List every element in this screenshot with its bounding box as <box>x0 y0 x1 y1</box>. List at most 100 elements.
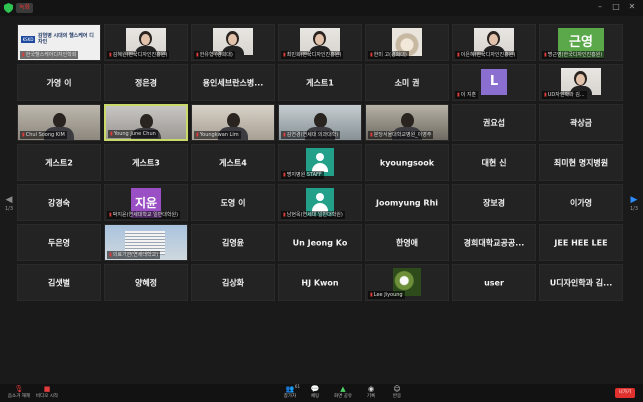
participant-label: ▮명지병원 STAFF <box>281 171 324 179</box>
participant-tile[interactable]: 게스트3 <box>104 144 188 181</box>
shield-icon[interactable] <box>4 3 13 13</box>
participant-name: 용인세브란스병... <box>202 78 264 87</box>
participant-name: 가영 이 <box>46 78 72 87</box>
mic-muted-icon: ▮ <box>196 52 199 58</box>
participant-name: user <box>484 278 504 287</box>
mic-muted-icon: ▮ <box>22 52 25 58</box>
participant-label-text: 박지윤(연세대학교 일반대학원) <box>112 212 179 218</box>
participant-label-text: 김연경(연세대 의과대학) <box>286 132 339 138</box>
minimize-icon[interactable]: – <box>595 2 605 12</box>
participant-tile[interactable]: 이가영 <box>539 184 623 221</box>
participant-tile[interactable]: KSKD 감염병 시대의 헬스케어 디자인 ▮한국헬스케어디자인학회 <box>17 24 101 61</box>
participant-tile[interactable]: 권요섭 <box>452 104 536 141</box>
participant-name: Un Jeong Ko <box>292 238 348 247</box>
participant-tile[interactable]: 최미현 명지병원 <box>539 144 623 181</box>
mic-muted-icon: ▮ <box>22 132 25 138</box>
participant-tile[interactable]: 김샛별 <box>17 264 101 301</box>
participant-tile[interactable]: U디자인학과 김... <box>539 264 623 301</box>
reactions-button[interactable]: ☺ 반응 <box>380 385 414 401</box>
participant-tile[interactable]: 경희대학교공공... <box>452 224 536 261</box>
participant-tile[interactable]: 장보경 <box>452 184 536 221</box>
participant-label-text: Young June Chun <box>113 131 156 137</box>
participant-tile[interactable]: ▮Lee Jiyoung <box>365 264 449 301</box>
participant-tile[interactable]: 양혜정 <box>104 264 188 301</box>
reactions-label: 반응 <box>392 394 402 399</box>
participant-name: 권요섭 <box>482 118 506 127</box>
participant-tile[interactable]: ▮최민희(한국디자인진흥원) <box>278 24 362 61</box>
participant-tile[interactable]: 근영 ▮명근영(한국디자인진흥원) <box>539 24 623 61</box>
participant-label: ▮한국헬스케어디자인학회 <box>20 51 79 59</box>
participant-tile[interactable]: 김상화 <box>191 264 275 301</box>
maximize-icon[interactable]: □ <box>611 2 621 12</box>
leave-button[interactable]: 나가기 <box>615 388 635 398</box>
participant-tile[interactable]: 한영애 <box>365 224 449 261</box>
participant-tile[interactable]: ▮남현옥(연세대 일반대학원) <box>278 184 362 221</box>
participant-tile[interactable]: ▮한미 고(경희대) <box>365 24 449 61</box>
participant-tile[interactable]: 게스트4 <box>191 144 275 181</box>
meeting-toolbar: 🎙 음소거 해제 ■ 비디오 시작 👥 61 참가자 💬 채팅 ▲ 화면 공유 … <box>0 384 643 402</box>
participant-tile[interactable]: 가영 이 <box>17 64 101 101</box>
participant-tile[interactable]: ▮Youngkwan Lim <box>191 104 275 141</box>
participant-label-text: Lee Jiyoung <box>373 292 403 298</box>
recording-badge: 녹화 <box>16 3 34 13</box>
participant-name: 김영윤 <box>221 238 245 247</box>
participant-tile[interactable]: 김영윤 <box>191 224 275 261</box>
participant-tile[interactable]: HJ Kwon <box>278 264 362 301</box>
participant-tile[interactable]: 정은경 <box>104 64 188 101</box>
participant-label: ▮이은혜(한국디자인진흥원) <box>455 51 518 59</box>
avatar-initial: L <box>481 69 507 95</box>
participant-tile[interactable]: 용인세브란스병... <box>191 64 275 101</box>
participant-tile[interactable]: 두은영 <box>17 224 101 261</box>
participant-tile[interactable]: ▮Young June Chun <box>104 104 188 141</box>
participant-tile[interactable]: ▮명지병원 STAFF <box>278 144 362 181</box>
participant-tile[interactable]: L ▮이 지훈 <box>452 64 536 101</box>
participant-tile[interactable]: 강경숙 <box>17 184 101 221</box>
participant-tile[interactable]: user <box>452 264 536 301</box>
prev-page-icon[interactable]: ◀ <box>4 195 14 205</box>
participant-label-text: 한유형 (경희대) <box>199 52 233 58</box>
participant-name: HJ Kwon <box>301 278 339 287</box>
participant-label-text: 최민희(한국디자인진흥원) <box>286 52 342 58</box>
participant-tile[interactable]: JEE HEE LEE <box>539 224 623 261</box>
participant-tile[interactable]: 게스트2 <box>17 144 101 181</box>
participant-tile[interactable]: ▮김연경(연세대 의과대학) <box>278 104 362 141</box>
mic-muted-icon: ▮ <box>457 92 460 98</box>
participant-tile[interactable]: ▮한유형 (경희대) <box>191 24 275 61</box>
participant-tile[interactable]: 곽상금 <box>539 104 623 141</box>
participant-name: 김상화 <box>221 278 245 287</box>
participant-tile[interactable]: ▮UD자인학과 김... <box>539 64 623 101</box>
participant-label-text: 분당서울대학교병원_이영주 <box>373 132 432 138</box>
participant-tile[interactable]: ▮Chul Soong KIM <box>17 104 101 141</box>
participant-tile[interactable]: 대현 신 <box>452 144 536 181</box>
participant-label-text: 이은혜(한국디자인진흥원) <box>460 52 516 58</box>
gallery-grid: KSKD 감염병 시대의 헬스케어 디자인 ▮한국헬스케어디자인학회 ▮김혜원(한… <box>17 24 626 381</box>
participant-tile[interactable]: Joomyung Rhi <box>365 184 449 221</box>
participant-tile[interactable]: 도영 이 <box>191 184 275 221</box>
close-icon[interactable]: ✕ <box>627 2 637 12</box>
title-bar: 녹화 – □ ✕ <box>0 0 643 16</box>
next-page-icon[interactable]: ▶ <box>629 195 639 205</box>
participant-label-text: 김혜원(한국디자인진흥원) <box>112 52 168 58</box>
participant-tile[interactable]: ▮분당서울대학교병원_이영주 <box>365 104 449 141</box>
participant-tile[interactable]: Un Jeong Ko <box>278 224 362 261</box>
start-video-button[interactable]: ■ 비디오 시작 <box>30 385 64 401</box>
participant-name: 최미현 명지병원 <box>553 158 609 167</box>
participant-tile[interactable]: ▮이은혜(한국디자인진흥원) <box>452 24 536 61</box>
mic-muted-icon: ▮ <box>283 212 286 218</box>
participant-name: 양혜정 <box>134 278 158 287</box>
participant-tile[interactable]: 소미 권 <box>365 64 449 101</box>
participant-name: 게스트2 <box>45 158 73 167</box>
participant-label: ▮Young June Chun <box>108 130 158 138</box>
participant-name: U디자인학과 김... <box>549 278 613 287</box>
participant-tile[interactable]: kyoungsook <box>365 144 449 181</box>
participant-label-text: 명지병원 STAFF <box>286 172 322 178</box>
participant-tile[interactable]: 게스트1 <box>278 64 362 101</box>
participant-tile[interactable]: 지윤 ▮박지윤(연세대학교 일반대학원) <box>104 184 188 221</box>
participant-tile[interactable]: ▮의료기관(연세대학교) <box>104 224 188 261</box>
camera-off-icon: ■ <box>43 385 51 393</box>
participant-tile[interactable]: ▮김혜원(한국디자인진흥원) <box>104 24 188 61</box>
participant-label-text: 의료기관(연세대학교) <box>112 252 159 258</box>
participant-name: 장보경 <box>482 198 506 207</box>
participant-label: ▮최민희(한국디자인진흥원) <box>281 51 344 59</box>
participant-label: ▮남현옥(연세대 일반대학원) <box>281 211 345 219</box>
